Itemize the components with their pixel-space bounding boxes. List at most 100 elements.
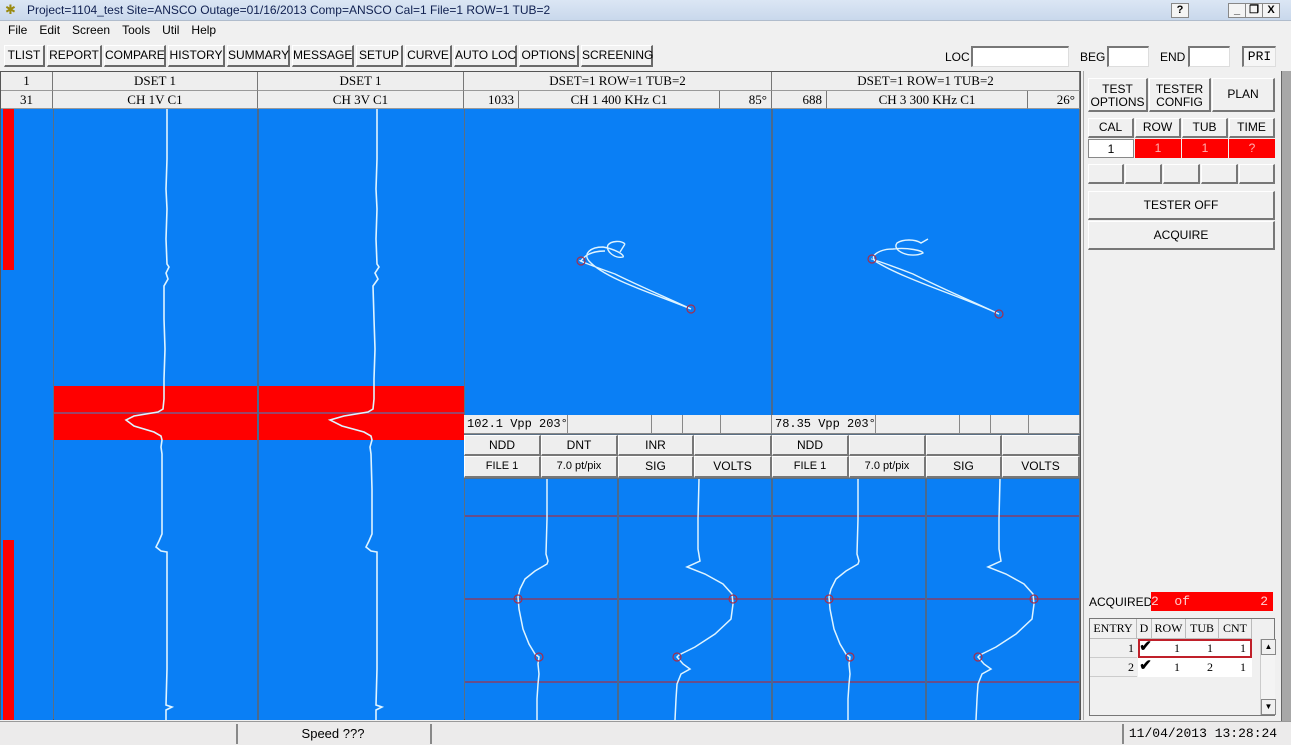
dnt-button[interactable]: DNT [541,435,618,456]
beg-label: BEG [1080,50,1106,64]
compare-button[interactable]: COMPARE [104,45,166,67]
eddy-current-display: 1 31 DSET 1 CH 1V C1 DSET 1 CH 3V C1 DSE… [0,71,1081,720]
help-button[interactable]: ? [1171,3,1189,18]
sig-button-1[interactable]: SIG [618,456,694,478]
strip-chart-area[interactable] [54,109,464,720]
row-col-header: ROW [1152,619,1186,639]
entry-row-value: 1 [1174,641,1180,655]
time-value: ? [1229,139,1275,158]
restore-button[interactable]: ❐ [1245,3,1263,18]
lissajous1-readout-cell [721,415,772,434]
end-label: END [1160,50,1186,64]
volts-button-2[interactable]: VOLTS [1002,456,1080,478]
tub-header: TUB [1182,118,1228,138]
file-button-2[interactable]: FILE 1 [772,456,849,478]
menu-util[interactable]: Util [156,21,185,37]
minimize-button[interactable]: _ [1228,3,1246,18]
tester-off-button[interactable]: TESTER OFF [1088,191,1275,220]
menu-bar: File Edit Screen Tools Util Help [0,21,1291,41]
summary-button[interactable]: SUMMARY [227,45,290,67]
inr-button[interactable]: INR [618,435,694,456]
tester-config-button[interactable]: TESTER CONFIG [1149,78,1211,112]
check-icon: ✔ [1139,638,1152,655]
menu-tools[interactable]: Tools [116,21,156,37]
end-input[interactable] [1188,46,1230,67]
lissajous2-count: 688 [772,91,827,109]
strip2-dset: DSET 1 [258,72,464,91]
check-icon: ✔ [1139,657,1152,674]
lissajous2-plot[interactable] [773,109,1079,415]
strip-marker-bottom [3,540,14,720]
speed-status: Speed ??? [236,724,428,744]
lissajous2-header: DSET=1 ROW=1 TUB=2 [772,72,1080,91]
history-button[interactable]: HISTORY [168,45,225,67]
scale-button-1[interactable]: 7.0 pt/pix [541,456,618,478]
entry-number: 1 [1090,639,1137,658]
lissajous2-readout-cell [991,415,1029,434]
options-button[interactable]: OPTIONS [519,45,579,67]
menu-screen[interactable]: Screen [66,21,116,37]
blank-button-2[interactable] [849,435,926,456]
expanded-strip-area[interactable] [465,479,1079,720]
sig-button-2[interactable]: SIG [926,456,1002,478]
strip-header-count: 31 [1,91,53,109]
status-pane-3 [430,724,1120,744]
strip-index-column[interactable] [1,109,53,720]
row-value: 1 [1135,139,1181,158]
menu-help[interactable]: Help [185,21,222,37]
ndd-button-1[interactable]: NDD [464,435,541,456]
setup-button[interactable]: SETUP [356,45,403,67]
pri-button[interactable]: PRI [1242,46,1276,67]
window-title: Project=1104_test Site=ANSCO Outage=01/1… [27,3,551,17]
blank-button-3[interactable] [926,435,1002,456]
loc-input[interactable] [971,46,1069,67]
lissajous2-readout-cell [960,415,991,434]
plan-button[interactable]: PLAN [1212,78,1275,112]
strip-header-index: 1 [1,72,53,91]
lissajous2-readout-cell [876,415,960,434]
lissajous1-channel: CH 1 400 KHz C1 [519,91,720,109]
tub-value: 1 [1182,139,1228,158]
strip1-channel: CH 1V C1 [53,91,258,109]
volts-button-1[interactable]: VOLTS [694,456,772,478]
lissajous1-plot[interactable] [465,109,771,415]
scroll-up-icon[interactable]: ▲ [1261,639,1276,655]
acquire-button[interactable]: ACQUIRE [1088,221,1275,250]
message-button[interactable]: MESSAGE [292,45,354,67]
lissajous2-channel: CH 3 300 KHz C1 [827,91,1028,109]
screening-button[interactable]: SCREENING [581,45,653,67]
strip2-channel: CH 3V C1 [258,91,464,109]
test-options-button[interactable]: TEST OPTIONS [1088,78,1148,112]
menu-edit[interactable]: Edit [33,21,66,37]
lissajous1-readout-cell [652,415,683,434]
curve-button[interactable]: CURVE [405,45,452,67]
entry-tub-value: 2 [1207,660,1213,674]
blank-slot-button[interactable] [1239,164,1275,184]
blank-button-1[interactable] [694,435,772,456]
cal-header: CAL [1088,118,1134,138]
loc-label: LOC [945,50,970,64]
blank-slot-button[interactable] [1125,164,1162,184]
ndd-button-2[interactable]: NDD [772,435,849,456]
report-button[interactable]: REPORT [47,45,102,67]
status-bar: Speed ??? 11/04/2013 13:28:24 [0,721,1291,745]
scale-button-2[interactable]: 7.0 pt/pix [849,456,926,478]
scroll-down-icon[interactable]: ▼ [1261,699,1276,715]
blank-slot-button[interactable] [1201,164,1238,184]
blank-button-4[interactable] [1002,435,1080,456]
tester-config-label-2: CONFIG [1156,95,1203,109]
file-button-1[interactable]: FILE 1 [464,456,541,478]
lissajous2-readout: 78.35 Vpp 203° [772,415,876,434]
entry-scrollbar[interactable]: ▲ ▼ [1260,639,1276,715]
blank-slot-button[interactable] [1088,164,1124,184]
beg-input[interactable] [1107,46,1149,67]
status-pane-1 [2,724,236,744]
strip1-dset: DSET 1 [53,72,258,91]
tlist-button[interactable]: TLIST [4,45,45,67]
lissajous2-angle: 26° [1028,91,1080,109]
auto-loc-button[interactable]: AUTO LOC [454,45,517,67]
blank-slot-button[interactable] [1163,164,1200,184]
menu-file[interactable]: File [0,21,33,37]
close-button[interactable]: X [1262,3,1280,18]
entry-col-header: ENTRY [1090,619,1137,639]
